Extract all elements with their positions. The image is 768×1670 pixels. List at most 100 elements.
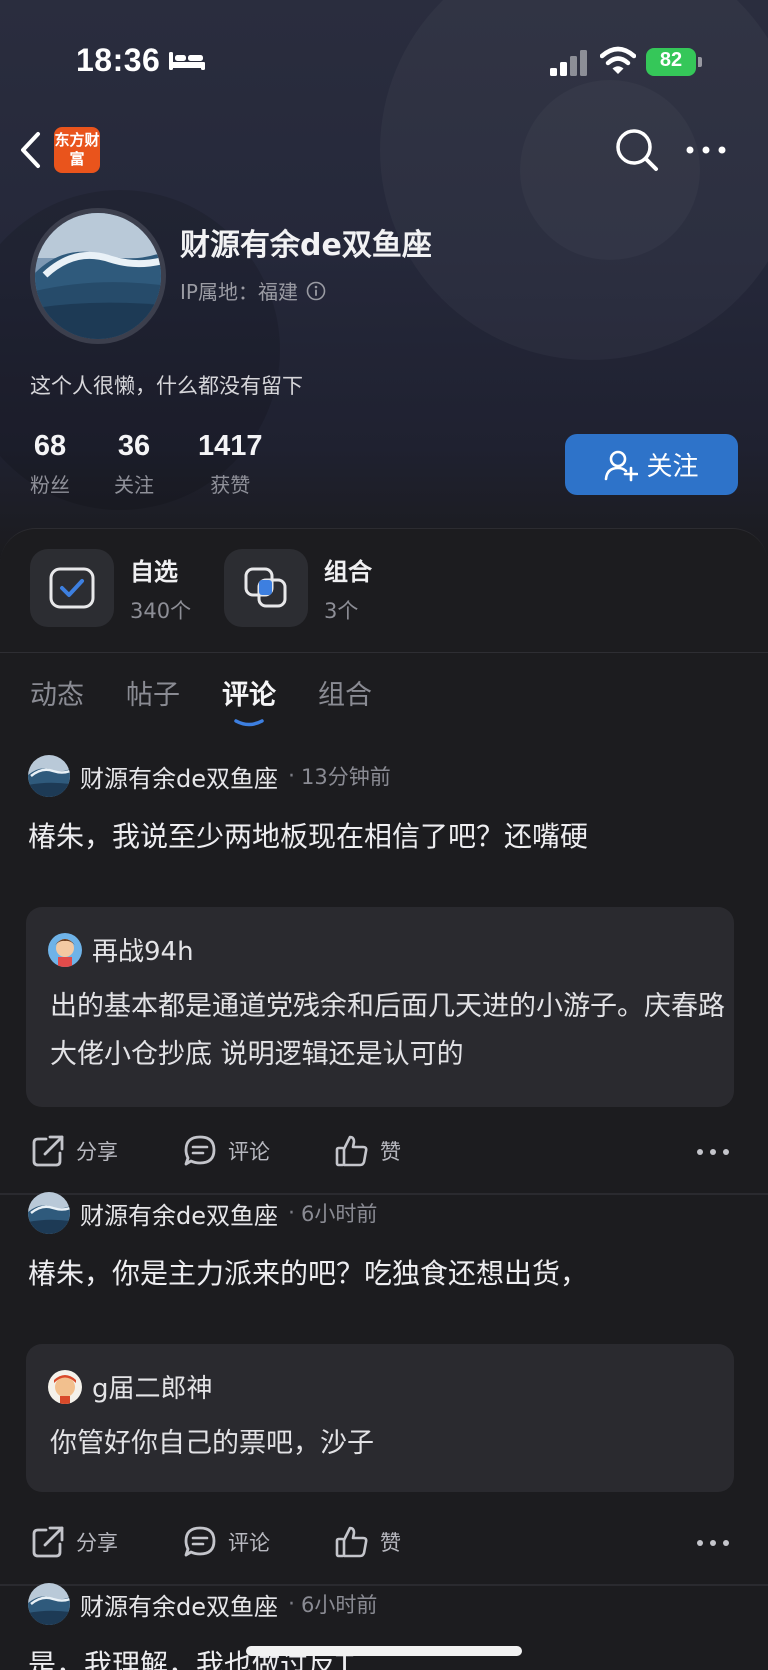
stat-label: 关注 [114, 473, 154, 497]
shortcut-portfolio[interactable]: 组合 3个 [224, 549, 372, 627]
home-indicator[interactable] [246, 1646, 522, 1656]
shortcut-count: 3个 [324, 598, 359, 623]
active-tab-indicator [234, 719, 264, 727]
ocean-wave-image [35, 213, 161, 339]
watchlist-check-icon [49, 567, 95, 609]
tab-posts[interactable]: 帖子 [126, 673, 180, 712]
info-icon[interactable] [306, 281, 326, 301]
share-button[interactable]: 分享 [30, 1524, 118, 1560]
stat-value: 36 [117, 430, 151, 462]
separator-dot: · [288, 1200, 295, 1226]
portfolio-icon-box [224, 549, 308, 627]
back-arrow-icon[interactable] [18, 130, 44, 170]
like-label: 赞 [380, 1531, 401, 1555]
quoted-post[interactable]: g届二郎神 你管好你自己的票吧，沙子 [26, 1344, 734, 1492]
profile-name: 财源有余de双鱼座 [180, 228, 432, 263]
battery-indicator: 82 [646, 48, 702, 76]
shortcut-watchlist[interactable]: 自选 340个 [30, 549, 191, 627]
cartoon-avatar-image [48, 932, 82, 967]
follow-button[interactable]: 关注 [565, 434, 738, 495]
ocean-wave-image [28, 755, 70, 797]
tab-portfolios[interactable]: 组合 [318, 673, 372, 712]
author-avatar[interactable] [28, 755, 70, 797]
app-logo[interactable]: 东方财富 [54, 127, 100, 173]
author-avatar[interactable] [28, 1583, 70, 1625]
stat-following[interactable]: 36 关注 [114, 430, 154, 498]
shortcut-title: 组合 [324, 557, 372, 586]
ocean-wave-image [28, 1192, 70, 1234]
quote-text: 出的基本都是通道党残余和后面几天进的小游子。庆春路大佬小仓抄底 说明逻辑还是认可… [50, 991, 725, 1070]
stat-value: 1417 [198, 430, 263, 462]
stat-followers[interactable]: 68 粉丝 [30, 430, 70, 498]
post-text[interactable]: 椿朱，你是主力派来的吧？吃独食还想出货， [28, 1252, 748, 1292]
author-avatar[interactable] [28, 1192, 70, 1234]
stat-likes[interactable]: 1417 获赞 [198, 430, 263, 498]
quote-author[interactable]: g届二郎神 [92, 1368, 213, 1405]
like-button[interactable]: 赞 [334, 1524, 401, 1560]
profile-stats: 68 粉丝 36 关注 1417 获赞 [30, 430, 307, 498]
comment-icon [184, 1526, 216, 1557]
search-icon[interactable] [614, 127, 660, 173]
quote-header: 再战94h [48, 931, 194, 968]
stat-label: 粉丝 [30, 473, 70, 497]
post-actions: 分享 评论 赞 [0, 1133, 768, 1183]
share-label: 分享 [76, 1531, 118, 1555]
follow-label: 关注 [646, 452, 699, 482]
header-decoration [520, 80, 700, 260]
share-icon [32, 1526, 64, 1558]
comment-label: 评论 [228, 1140, 270, 1164]
thumbs-up-icon [335, 1526, 368, 1558]
share-button[interactable]: 分享 [30, 1133, 118, 1169]
comment-button[interactable]: 评论 [182, 1524, 270, 1560]
post-actions: 分享 评论 赞 [0, 1524, 768, 1574]
share-label: 分享 [76, 1140, 118, 1164]
post-author[interactable]: 财源有余de双鱼座 [80, 1587, 278, 1622]
quote-text: 你管好你自己的票吧，沙子 [50, 1428, 374, 1459]
tab-activity[interactable]: 动态 [30, 673, 84, 712]
separator-dot: · [288, 1591, 295, 1617]
profile-header: 18:36 82 东方财富 财源有余de双鱼座 IP属地：福建 这个人很懒，什么… [0, 0, 768, 560]
shortcut-text: 自选 340个 [130, 552, 191, 625]
battery-tip [698, 57, 702, 67]
more-options-icon[interactable] [696, 1145, 730, 1159]
comment-button[interactable]: 评论 [182, 1133, 270, 1169]
post-text[interactable]: 椿朱，我说至少两地板现在相信了吧？还嘴硬 [28, 815, 748, 855]
quote-author-avatar[interactable] [48, 1369, 82, 1404]
shortcut-count: 340个 [130, 598, 192, 623]
post-header: 财源有余de双鱼座 · 6小时前 [28, 1583, 377, 1625]
tab-comments[interactable]: 评论 [222, 673, 276, 712]
post-time: 6小时前 [301, 1593, 378, 1617]
comment-label: 评论 [228, 1531, 270, 1555]
post-author[interactable]: 财源有余de双鱼座 [80, 759, 278, 794]
share-icon [32, 1135, 64, 1167]
battery-level: 82 [659, 49, 683, 71]
stat-value: 68 [33, 430, 67, 462]
comment-icon [184, 1135, 216, 1166]
content-tabs: 动态 帖子 评论 组合 [0, 669, 768, 739]
cartoon-avatar-image [48, 1369, 82, 1404]
add-user-icon [605, 450, 639, 481]
profile-avatar[interactable] [30, 208, 166, 344]
quoted-post[interactable]: 再战94h 出的基本都是通道党残余和后面几天进的小游子。庆春路大佬小仓抄底 说明… [26, 907, 734, 1107]
like-button[interactable]: 赞 [334, 1133, 401, 1169]
shortcut-row: 自选 340个 组合 3个 [0, 529, 768, 653]
profile-content: 自选 340个 组合 3个 动态 帖子 评论 组合 财源有余de双鱼座 · 13… [0, 528, 768, 1670]
quote-author-avatar[interactable] [48, 932, 82, 967]
status-time: 18:36 [76, 42, 161, 78]
cellular-signal-icon [550, 50, 587, 76]
quote-header: g届二郎神 [48, 1368, 213, 1405]
more-options-icon[interactable] [684, 137, 728, 163]
quote-author[interactable]: 再战94h [92, 931, 194, 968]
shortcut-title: 自选 [130, 557, 178, 586]
more-options-icon[interactable] [696, 1536, 730, 1550]
shortcut-text: 组合 3个 [324, 552, 372, 625]
post-header: 财源有余de双鱼座 · 6小时前 [28, 1192, 377, 1234]
ip-location-row: IP属地：福建 [180, 276, 326, 305]
post-time: 6小时前 [301, 1202, 378, 1226]
post-author[interactable]: 财源有余de双鱼座 [80, 1196, 278, 1231]
like-label: 赞 [380, 1140, 401, 1164]
post-time: 13分钟前 [301, 765, 391, 789]
watchlist-icon-box [30, 549, 114, 627]
separator-dot: · [288, 763, 295, 789]
portfolio-overlap-icon [244, 567, 287, 608]
